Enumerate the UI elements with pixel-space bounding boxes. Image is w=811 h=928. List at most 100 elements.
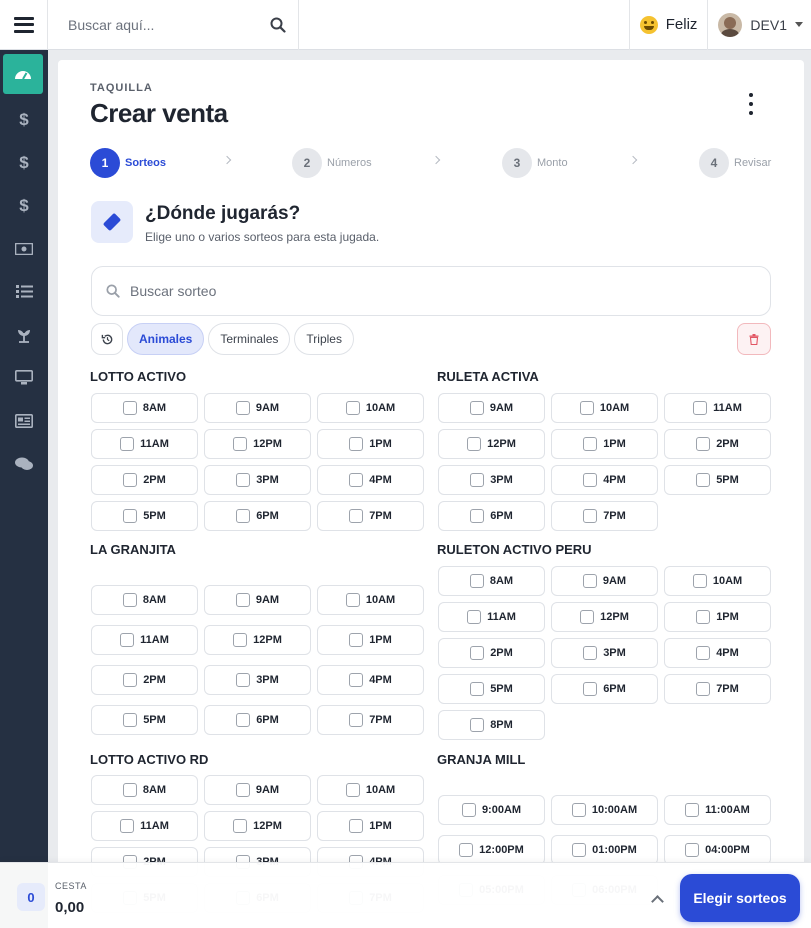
sidebar-item-dollar-1[interactable]: $	[0, 98, 48, 141]
draw-time-option[interactable]: 3PM	[204, 465, 311, 495]
checkbox[interactable]	[582, 574, 597, 588]
checkbox[interactable]	[470, 646, 485, 660]
sidebar-item-money[interactable]	[0, 227, 48, 270]
sidebar-item-plant[interactable]	[0, 313, 48, 356]
checkbox[interactable]	[696, 682, 711, 696]
checkbox[interactable]	[685, 803, 700, 817]
draw-time-option[interactable]: 10AM	[664, 566, 771, 596]
draw-time-option[interactable]: 12PM	[204, 429, 311, 459]
checkbox[interactable]	[696, 646, 711, 660]
sidebar-item-dashboard[interactable]	[3, 54, 43, 94]
checkbox[interactable]	[235, 593, 250, 607]
sidebar-item-chat[interactable]	[0, 442, 48, 485]
draw-time-option[interactable]: 2PM	[91, 465, 198, 495]
checkbox[interactable]	[123, 673, 138, 687]
draw-time-option[interactable]: 8AM	[91, 393, 198, 423]
checkbox[interactable]	[349, 633, 364, 647]
draw-time-option[interactable]: 11AM	[438, 602, 545, 632]
checkbox[interactable]	[236, 509, 251, 523]
checkbox[interactable]	[349, 437, 364, 451]
sidebar-item-list[interactable]	[0, 270, 48, 313]
checkbox[interactable]	[696, 473, 711, 487]
draw-time-option[interactable]: 4PM	[317, 665, 424, 695]
chip-animales[interactable]: Animales	[127, 323, 205, 355]
checkbox[interactable]	[467, 437, 482, 451]
checkbox[interactable]	[123, 713, 138, 727]
draw-time-option[interactable]: 8AM	[91, 775, 198, 805]
draw-time-option[interactable]: 12PM	[204, 625, 311, 655]
checkbox[interactable]	[572, 843, 587, 857]
draw-time-option[interactable]: 10:00AM	[551, 795, 658, 825]
step-numeros[interactable]: 2 Números	[292, 148, 372, 178]
checkbox[interactable]	[349, 473, 364, 487]
step-monto[interactable]: 3 Monto	[502, 148, 568, 178]
draw-time-option[interactable]: 9AM	[551, 566, 658, 596]
checkbox[interactable]	[345, 783, 360, 797]
checkbox[interactable]	[461, 803, 476, 817]
draw-time-option[interactable]: 3PM	[438, 465, 545, 495]
draw-time-option[interactable]: 5PM	[91, 705, 198, 735]
draw-time-option[interactable]: 10AM	[317, 585, 424, 615]
search-icon[interactable]	[270, 17, 286, 33]
draw-time-option[interactable]: 10AM	[317, 393, 424, 423]
draw-time-option[interactable]: 3PM	[204, 665, 311, 695]
draw-time-option[interactable]: 6PM	[438, 501, 545, 531]
choose-draws-button[interactable]: Elegir sorteos	[680, 874, 800, 922]
draw-time-option[interactable]: 11AM	[91, 625, 198, 655]
draw-time-option[interactable]: 6PM	[204, 705, 311, 735]
draw-time-option[interactable]: 6PM	[204, 501, 311, 531]
draw-time-option[interactable]: 3PM	[551, 638, 658, 668]
draw-time-option[interactable]: 2PM	[664, 429, 771, 459]
clear-selection-button[interactable]	[737, 323, 771, 355]
checkbox[interactable]	[470, 682, 485, 696]
checkbox[interactable]	[583, 509, 598, 523]
draw-time-option[interactable]: 2PM	[438, 638, 545, 668]
checkbox[interactable]	[236, 473, 251, 487]
checkbox[interactable]	[579, 401, 594, 415]
draw-time-option[interactable]: 9AM	[438, 393, 545, 423]
draw-time-option[interactable]: 1PM	[664, 602, 771, 632]
checkbox[interactable]	[120, 633, 135, 647]
sorteo-search-input[interactable]	[130, 283, 770, 299]
checkbox[interactable]	[693, 401, 708, 415]
checkbox[interactable]	[349, 509, 364, 523]
step-revisar[interactable]: 4 Revisar	[699, 148, 771, 178]
chip-triples[interactable]: Triples	[294, 323, 354, 355]
draw-time-option[interactable]: 5PM	[91, 501, 198, 531]
draw-time-option[interactable]: 9AM	[204, 775, 311, 805]
checkbox[interactable]	[122, 401, 137, 415]
global-search-input[interactable]	[68, 16, 270, 33]
checkbox[interactable]	[120, 819, 135, 833]
checkbox[interactable]	[470, 718, 485, 732]
checkbox[interactable]	[692, 574, 707, 588]
draw-time-option[interactable]: 8AM	[438, 566, 545, 596]
sidebar-item-dollar-2[interactable]: $	[0, 141, 48, 184]
checkbox[interactable]	[571, 803, 586, 817]
draw-time-option[interactable]: 1PM	[551, 429, 658, 459]
draw-time-option[interactable]: 9:00AM	[438, 795, 545, 825]
checkbox[interactable]	[123, 473, 138, 487]
sidebar-item-desktop[interactable]	[0, 356, 48, 399]
checkbox[interactable]	[235, 783, 250, 797]
draw-time-option[interactable]: 01:00PM	[551, 835, 658, 865]
checkbox[interactable]	[235, 401, 250, 415]
checkbox[interactable]	[467, 610, 482, 624]
user-menu[interactable]: DEV1	[707, 0, 811, 50]
checkbox[interactable]	[583, 682, 598, 696]
draw-time-option[interactable]: 5PM	[664, 465, 771, 495]
more-options-button[interactable]	[746, 93, 756, 115]
draw-time-option[interactable]: 4PM	[317, 465, 424, 495]
checkbox[interactable]	[696, 437, 711, 451]
draw-time-option[interactable]: 9AM	[204, 393, 311, 423]
draw-time-option[interactable]: 8PM	[438, 710, 545, 740]
checkbox[interactable]	[236, 713, 251, 727]
checkbox[interactable]	[583, 473, 598, 487]
checkbox[interactable]	[459, 843, 474, 857]
draw-time-option[interactable]: 1PM	[317, 625, 424, 655]
draw-time-option[interactable]: 10AM	[551, 393, 658, 423]
draw-time-option[interactable]: 12:00PM	[438, 835, 545, 865]
checkbox[interactable]	[233, 633, 248, 647]
step-sorteos[interactable]: 1 Sorteos	[90, 148, 166, 178]
checkbox[interactable]	[583, 646, 598, 660]
checkbox[interactable]	[696, 610, 711, 624]
